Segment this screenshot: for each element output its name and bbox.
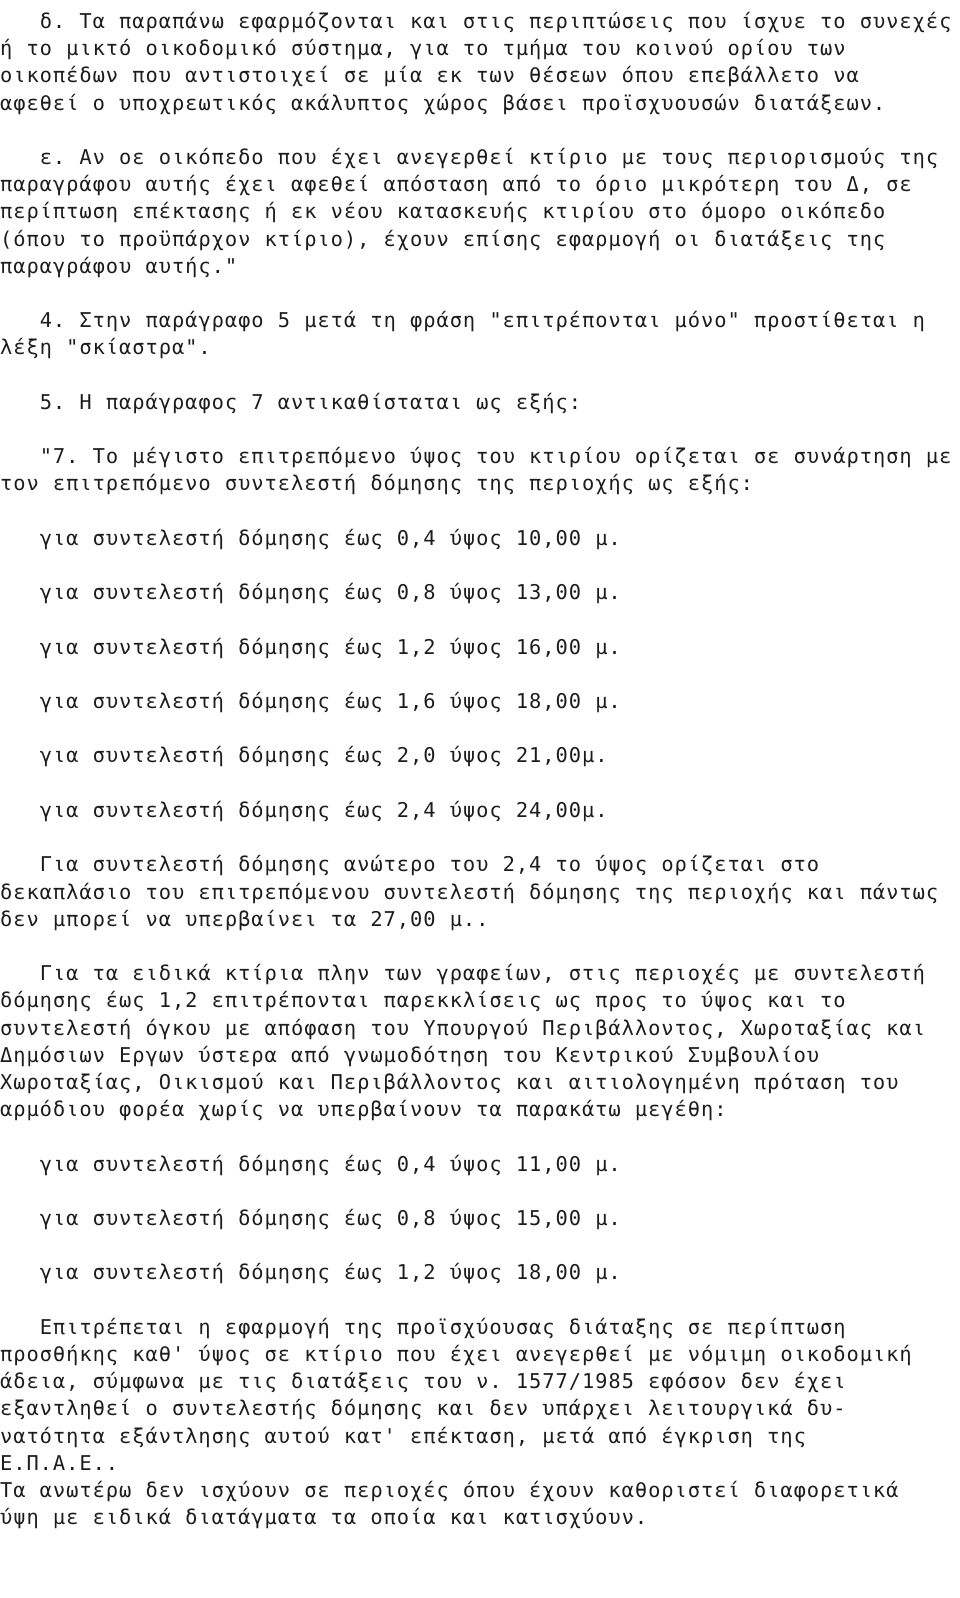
- document-page: δ. Τα παραπάνω εφαρμόζονται και στις περ…: [0, 0, 960, 1598]
- document-body-text: δ. Τα παραπάνω εφαρμόζονται και στις περ…: [0, 9, 953, 1530]
